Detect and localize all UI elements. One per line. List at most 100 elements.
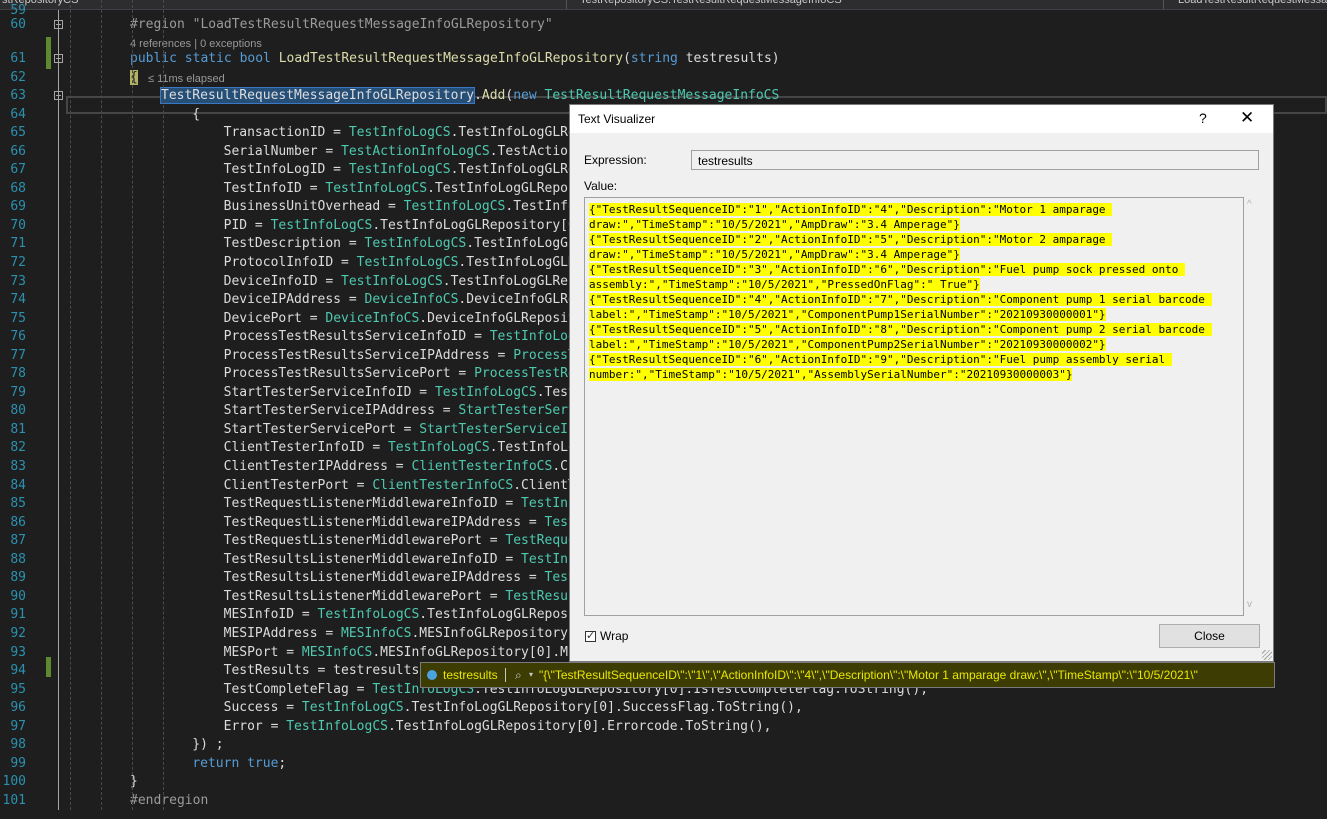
code-text[interactable]: Success = TestInfoLogCS.TestInfoLogGLRep…	[161, 699, 803, 717]
line-number: 67	[10, 162, 26, 178]
indent-guide	[70, 0, 71, 810]
wrap-checkbox[interactable]	[585, 629, 596, 642]
code-text[interactable]: ProcessTestResultsServiceInfoID = TestIn…	[161, 328, 608, 346]
line-number: 79	[10, 384, 26, 400]
line-number: 63	[10, 88, 26, 103]
line-number: 73	[10, 273, 26, 289]
code-text[interactable]: TransactionID = TestInfoLogCS.TestInfoLo…	[161, 124, 608, 142]
line-number: 60	[10, 17, 26, 32]
code-text[interactable]: ProcessTestResultsServicePort = ProcessT…	[161, 365, 600, 383]
line-number: 94	[10, 663, 26, 679]
scroll-down-icon[interactable]: v	[1247, 599, 1252, 610]
code-text[interactable]: StartTesterServiceIPAddress = StartTeste…	[161, 402, 600, 420]
line-number: 93	[10, 644, 26, 660]
code-text[interactable]: PID = TestInfoLogCS.TestInfoLogGLReposit…	[161, 217, 608, 235]
code-text[interactable]: TestRequestListenerMiddlewareInfoID = Te…	[161, 495, 608, 513]
code-text[interactable]: ClientTesterInfoID = TestInfoLogCS.TestI…	[161, 439, 600, 457]
value-line: {"TestResultSequenceID":"1","ActionInfoI…	[589, 203, 1113, 231]
line-number: 92	[10, 625, 26, 641]
code-text[interactable]: MESIPAddress = MESInfoCS.MESInfoGLReposi…	[161, 625, 608, 643]
code-line[interactable]: 62{	[0, 69, 1327, 87]
close-button[interactable]: Close	[1159, 624, 1260, 648]
code-line[interactable]: 99 return true;	[0, 755, 1327, 773]
code-text[interactable]: ProtocolInfoID = TestInfoLogCS.TestInfoL…	[161, 254, 600, 272]
line-number: 90	[10, 588, 26, 604]
code-text[interactable]: Error = TestInfoLogCS.TestInfoLogGLRepos…	[161, 718, 772, 736]
datatip: testresults ⌕ ▾ "{\"TestResultSequenceID…	[420, 662, 1275, 688]
wrap-label[interactable]: Wrap	[600, 629, 628, 643]
code-line[interactable]: 61 public static bool LoadTestResultReque…	[0, 50, 1327, 68]
value-scrollbar[interactable]: ^ v	[1245, 197, 1259, 616]
code-text[interactable]: TestResults = testresults,	[161, 662, 428, 680]
code-text[interactable]: TestRequestListenerMiddlewarePort = Test…	[161, 532, 608, 550]
code-text[interactable]: MESInfoID = TestInfoLogCS.TestInfoLogGLR…	[161, 606, 608, 624]
line-number: 64	[10, 106, 26, 122]
value-line: {"TestResultSequenceID":"4","ActionInfoI…	[589, 293, 1212, 321]
value-textarea[interactable]: {"TestResultSequenceID":"1","ActionInfoI…	[584, 197, 1244, 616]
code-text[interactable]: }) ;	[161, 736, 223, 754]
line-number: 86	[10, 514, 26, 530]
field-icon	[427, 670, 437, 680]
expression-field[interactable]: testresults	[691, 150, 1259, 170]
code-text[interactable]: public static bool LoadTestResultRequest…	[130, 50, 780, 68]
code-line[interactable]: 96 Success = TestInfoLogCS.TestInfoLogGL…	[0, 699, 1327, 717]
dialog-title: Text Visualizer	[578, 112, 656, 126]
code-text[interactable]: TestInfoLogID = TestInfoLogCS.TestInfoLo…	[161, 161, 608, 179]
line-number: 65	[10, 125, 26, 141]
close-icon[interactable]: ✕	[1240, 108, 1254, 128]
code-text[interactable]: DeviceInfoID = TestInfoLogCS.TestInfoLog…	[161, 273, 608, 291]
datatip-value[interactable]: "{\"TestResultSequenceID\":\"1\",\"Actio…	[539, 663, 1198, 687]
visualizer-magnifier-icon[interactable]: ⌕	[515, 663, 522, 687]
code-text[interactable]: return true;	[161, 755, 286, 773]
code-text[interactable]: SerialNumber = TestActionInfoLogCS.TestA…	[161, 143, 608, 161]
code-text[interactable]: TestResultsListenerMiddlewareIPAddress =…	[161, 569, 608, 587]
code-line[interactable]: 98 }) ;	[0, 736, 1327, 754]
code-text[interactable]: ClientTesterIPAddress = ClientTesterInfo…	[161, 458, 608, 476]
line-number: 96	[10, 700, 26, 716]
code-line[interactable]: 100}	[0, 773, 1327, 791]
line-number: 70	[10, 217, 26, 233]
code-line[interactable]: 101 #endregion	[0, 792, 1327, 810]
code-text[interactable]: ProcessTestResultsServiceIPAddress = Pro…	[161, 347, 600, 365]
code-text[interactable]: TestResultsListenerMiddlewarePort = Test…	[161, 588, 608, 606]
line-number: 69	[10, 199, 26, 215]
indent-guide	[132, 0, 133, 810]
code-text[interactable]: TestResultsListenerMiddlewareInfoID = Te…	[161, 551, 608, 569]
code-text[interactable]: MESPort = MESInfoCS.MESInfoGLRepository[…	[161, 644, 608, 662]
line-number: 77	[10, 347, 26, 363]
line-number: 84	[10, 477, 26, 493]
resize-grip[interactable]	[1262, 650, 1272, 660]
code-text[interactable]: {	[161, 106, 200, 124]
line-number: 83	[10, 459, 26, 474]
code-text[interactable]: TestResultRequestMessageInfoGLRepository…	[159, 87, 779, 105]
code-text[interactable]: TestDescription = TestInfoLogCS.TestInfo…	[161, 235, 608, 253]
code-text[interactable]: DevicePort = DeviceInfoCS.DeviceInfoGLRe…	[161, 310, 600, 328]
code-line[interactable]: 63 TestResultRequestMessageInfoGLReposito…	[0, 87, 1327, 105]
code-text[interactable]: StartTesterServiceInfoID = TestInfoLogCS…	[161, 384, 608, 402]
line-number: 68	[10, 180, 26, 196]
code-text[interactable]: TestInfoID = TestInfoLogCS.TestInfoLogGL…	[161, 180, 608, 198]
code-line[interactable]: 60 #region "LoadTestResultRequestMessageI…	[0, 16, 1327, 34]
line-number: 88	[10, 551, 26, 567]
divider	[505, 668, 506, 682]
codelens-references[interactable]: 4 references | 0 exceptions	[130, 37, 262, 51]
line-number: 74	[10, 292, 26, 308]
help-button[interactable]: ?	[1199, 110, 1207, 126]
code-text[interactable]: #endregion	[130, 792, 208, 810]
code-text[interactable]: TestRequestListenerMiddlewareIPAddress =…	[161, 514, 608, 532]
scroll-up-icon[interactable]: ^	[1247, 199, 1252, 210]
code-text[interactable]: BusinessUnitOverhead = TestInfoLogCS.Tes…	[161, 198, 608, 216]
line-number: 75	[10, 310, 26, 326]
line-number: 82	[10, 440, 26, 456]
code-line[interactable]: 97 Error = TestInfoLogCS.TestInfoLogGLRe…	[0, 718, 1327, 736]
expression-label: Expression:	[584, 153, 647, 167]
value-label: Value:	[584, 179, 618, 193]
code-text[interactable]: StartTesterServicePort = StartTesterServ…	[161, 421, 608, 439]
code-text[interactable]: #region "LoadTestResultRequestMessageInf…	[130, 16, 553, 34]
code-text[interactable]: ClientTesterPort = ClientTesterInfoCS.Cl…	[161, 477, 608, 495]
visualizer-dropdown-icon[interactable]: ▾	[529, 663, 533, 687]
line-number: 100	[2, 774, 26, 790]
dialog-titlebar[interactable]	[570, 105, 1273, 133]
line-number: 85	[10, 496, 26, 512]
code-text[interactable]: DeviceIPAddress = DeviceInfoCS.DeviceInf…	[161, 291, 608, 309]
